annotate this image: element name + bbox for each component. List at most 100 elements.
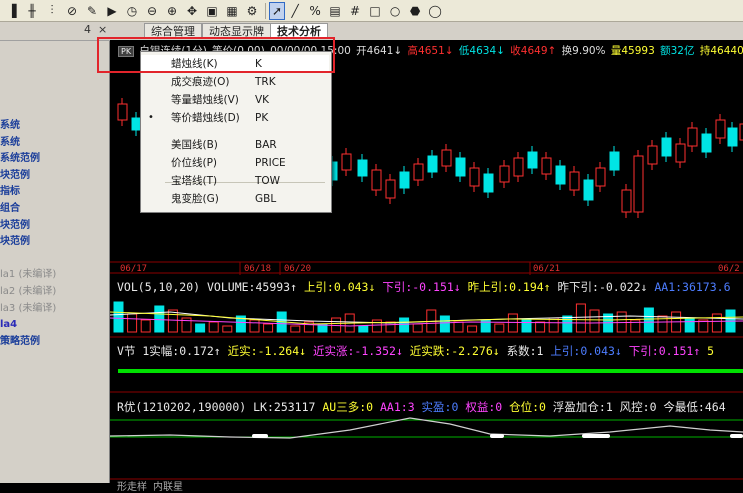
search-icon[interactable]: ⊘ (62, 2, 82, 20)
play-icon[interactable]: ▶ (102, 2, 122, 20)
position-value: 持464406 (699, 45, 743, 57)
tree-item[interactable]: 块范例 (0, 168, 56, 185)
tree-item[interactable]: 系统 (0, 135, 56, 152)
menu-item[interactable]: • 等价蜡烛线(D) PK (141, 109, 329, 127)
volume-bar (412, 323, 423, 333)
tree-item[interactable]: la3 (未编译) (0, 301, 56, 318)
r-marker (490, 434, 504, 438)
candle-body (633, 155, 644, 213)
v-indicator-title: V节 1实幅:0.172↑ 近实:-1.264↓ 近实涨:-1.352↓ 近实跌… (117, 343, 714, 359)
volume-indicator-title: VOL(5,10,20) VOLUME:45993↑ 上引:0.043↓ 下引:… (117, 279, 731, 295)
bar-chart-icon[interactable]: ▐ (2, 2, 22, 20)
candle-body (441, 149, 452, 167)
tree-item[interactable]: 策略范例 (0, 334, 56, 351)
candle-body (647, 145, 658, 165)
tree-item[interactable]: 块范例 (0, 218, 56, 235)
candle-body (715, 119, 726, 139)
menu-item[interactable]: 美国线(B) BAR (141, 136, 329, 154)
candle-body (727, 127, 738, 147)
parallel-tool-icon[interactable]: # (345, 2, 365, 20)
candle-body (701, 133, 712, 153)
tree-item[interactable]: la2 (未编译) (0, 284, 56, 301)
indicator-value: 昨下引:-0.022↓ (557, 280, 655, 294)
tree-item[interactable]: la4 (0, 317, 56, 334)
tree-item[interactable]: 块范例 (0, 234, 56, 251)
r-marker (582, 434, 610, 438)
tick-chart-icon[interactable]: ╫ (22, 2, 42, 20)
r-marker (252, 434, 268, 438)
volume-bar (167, 309, 178, 333)
tree-item[interactable] (0, 251, 56, 268)
volume-bar (399, 317, 410, 333)
menu-item[interactable]: 成交痕迹(O) TRK (141, 73, 329, 91)
volume-bar (127, 313, 138, 333)
menu-item-shortcut: TRK (255, 76, 276, 88)
cursor-icon[interactable]: ➚ (269, 1, 286, 20)
tree-item[interactable]: 系统 (0, 118, 56, 135)
volume-bar (575, 303, 586, 333)
zoom-in-icon[interactable]: ⊕ (162, 2, 182, 20)
indicator-value: 浮盈加仓:1 风控:0 今最低:464 (552, 400, 726, 414)
indicator-value: 下引:0.151↑ (628, 344, 708, 358)
history-icon[interactable]: ◷ (122, 2, 142, 20)
fit-icon[interactable]: ▣ (202, 2, 222, 20)
volume-bar (385, 321, 396, 333)
menu-item-label: 等量蜡烛线(V) (171, 94, 239, 106)
pin-icon[interactable]: 4 (84, 23, 91, 36)
candle-body (621, 189, 632, 213)
calendar-tool-icon[interactable]: ▤ (325, 2, 345, 20)
candle-body (541, 157, 552, 175)
menu-item[interactable]: 宝塔线(T) TOW (141, 172, 329, 190)
close-icon[interactable]: × (98, 23, 107, 36)
candle-body (583, 179, 594, 201)
line-chart-icon[interactable]: ⫶ (42, 2, 62, 20)
date-label: 06/21 (533, 264, 561, 274)
volume-bar (616, 311, 627, 333)
volume-bar (562, 315, 573, 333)
low-value: 低4634↓ (458, 45, 505, 57)
menu-item-label: 等价蜡烛线(D) (171, 112, 240, 124)
menu-item[interactable]: 等量蜡烛线(V) VK (141, 91, 329, 109)
percent-tool-icon[interactable]: % (305, 2, 325, 20)
grid-icon[interactable]: ▦ (222, 2, 242, 20)
volume-bar (263, 323, 274, 333)
volume-bar (453, 321, 464, 333)
volume-bar (630, 319, 641, 333)
gear-icon[interactable]: ⚙ (242, 2, 262, 20)
indicator-value: AA1:36173.6 (654, 280, 731, 294)
tree-item[interactable]: la1 (未编译) (0, 267, 56, 284)
volume-bar (548, 317, 559, 333)
rectangle-tool-icon[interactable]: □ (365, 2, 385, 20)
ring-tool-icon[interactable]: ◯ (425, 2, 445, 20)
menu-item[interactable]: 价位线(P) PRICE (141, 154, 329, 172)
zoom-out-icon[interactable]: ⊖ (142, 2, 162, 20)
indicator-value: R优(1210202,190000) LK:253117 (117, 400, 323, 414)
close-value: 收4649↑ (510, 45, 557, 57)
r-marker (730, 434, 743, 438)
tree-item[interactable]: 指标 (0, 184, 56, 201)
indicator-value: 近实涨:-1.352↓ (312, 344, 410, 358)
menu-item-label: 成交痕迹(O) (171, 76, 230, 88)
toolbar-separator (265, 2, 266, 19)
edit-icon[interactable]: ✎ (82, 2, 102, 20)
menu-item-shortcut: GBL (255, 193, 277, 205)
line-tool-icon[interactable]: ╱ (285, 2, 305, 20)
text-tool-icon[interactable]: ⬣ (405, 2, 425, 20)
indicator-value: 系数:1 (506, 344, 551, 358)
date-label: 06/18 (244, 264, 272, 274)
menu-item-shortcut: PK (255, 112, 269, 124)
volume-bar (113, 301, 124, 333)
tree-item[interactable]: 组合 (0, 201, 56, 218)
menu-item[interactable]: 鬼变脸(G) GBL (141, 190, 329, 208)
candle-body (399, 171, 410, 189)
menu-item-shortcut: VK (255, 94, 270, 106)
indicator-value: 权益:0 (465, 400, 510, 414)
circle-tool-icon[interactable]: ○ (385, 2, 405, 20)
tree-item[interactable]: 系统范例 (0, 151, 56, 168)
candle-body (341, 153, 352, 171)
main-toolbar: ▐ ╫ ⫶ ⊘ ✎ ▶ ◷ ⊖ ⊕ ✥ ▣ ▦ ⚙ ➚ ╱% ▤ # □ ○ ⬣ ◯ (0, 0, 743, 22)
volume-bar (140, 319, 151, 333)
move-icon[interactable]: ✥ (182, 2, 202, 20)
candle-body (513, 157, 524, 177)
date-label: 06/17 (120, 264, 148, 274)
